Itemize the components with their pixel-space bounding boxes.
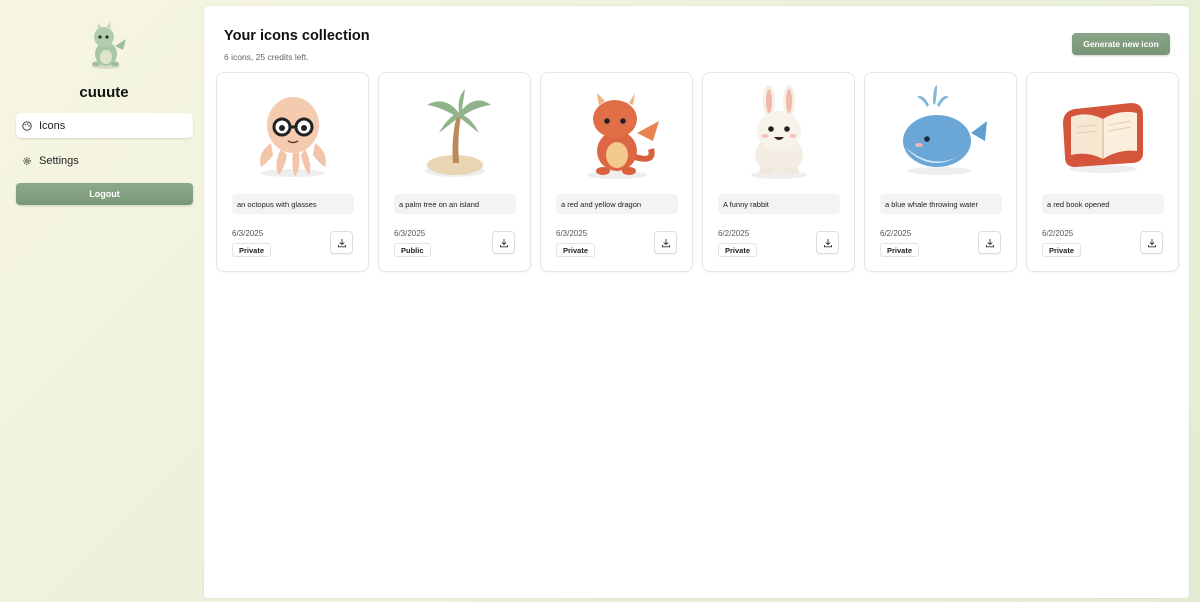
icon-date: 6/2/2025 xyxy=(718,229,750,238)
download-icon xyxy=(985,238,994,247)
icon-card[interactable]: a blue whale throwing water 6/2/2025 Pri… xyxy=(864,72,1017,272)
icon-date: 6/3/2025 xyxy=(556,229,588,238)
visibility-badge: Private xyxy=(880,243,920,257)
download-button[interactable] xyxy=(816,231,839,254)
download-icon xyxy=(1147,238,1156,247)
icon-description: an octopus with glasses xyxy=(232,194,354,214)
palm-tree-island-icon xyxy=(425,89,491,177)
visibility-badge: Private xyxy=(1042,243,1082,257)
blue-whale-icon xyxy=(903,85,987,175)
icon-date: 6/3/2025 xyxy=(232,229,264,238)
main-panel: Your icons collection 6 icons, 25 credit… xyxy=(204,6,1189,598)
logout-button[interactable]: Logout xyxy=(16,183,193,205)
icon-card[interactable]: an octopus with glasses 6/3/2025 Private xyxy=(216,72,369,272)
icon-description: a palm tree on an island xyxy=(394,194,516,214)
sidebar-item-label: Icons xyxy=(39,119,66,132)
gear-icon xyxy=(23,156,31,165)
brand-name: cuuute xyxy=(79,84,129,101)
icon-description: a red and yellow dragon xyxy=(556,194,678,214)
icon-description: a red book opened xyxy=(1042,194,1164,214)
download-icon xyxy=(499,238,508,247)
page-title: Your icons collection xyxy=(224,28,370,44)
icon-grid: an octopus with glasses 6/3/2025 Private xyxy=(216,72,1179,272)
visibility-badge: Public xyxy=(394,243,431,257)
icon-description: A funny rabbit xyxy=(718,194,840,214)
octopus-glasses-icon xyxy=(260,97,326,177)
palette-icon xyxy=(22,120,32,131)
sidebar-item-label: Settings xyxy=(39,154,79,167)
visibility-badge: Private xyxy=(556,243,596,257)
visibility-badge: Private xyxy=(232,243,272,257)
dragon-mascot-icon xyxy=(92,22,126,69)
icon-date: 6/3/2025 xyxy=(394,229,426,238)
icon-card[interactable]: a red and yellow dragon 6/3/2025 Private xyxy=(540,72,693,272)
icon-description: a blue whale throwing water xyxy=(880,194,1002,214)
red-book-icon xyxy=(1063,103,1143,173)
generate-icon-button[interactable]: Generate new icon xyxy=(1072,33,1170,55)
download-icon xyxy=(823,238,832,247)
download-button[interactable] xyxy=(978,231,1001,254)
rabbit-icon xyxy=(751,85,807,179)
sidebar-item-icons[interactable]: Icons xyxy=(16,113,193,138)
download-button[interactable] xyxy=(654,231,677,254)
sidebar: cuuute Icons Settings Logout xyxy=(0,0,204,602)
download-button[interactable] xyxy=(1140,231,1163,254)
visibility-badge: Private xyxy=(718,243,758,257)
red-dragon-icon xyxy=(587,93,659,179)
download-icon xyxy=(661,238,670,247)
sidebar-item-settings[interactable]: Settings xyxy=(16,148,193,173)
icon-card[interactable]: a palm tree on an island 6/3/2025 Public xyxy=(378,72,531,272)
page-subtitle: 6 icons, 25 credits left. xyxy=(224,52,309,62)
icon-date: 6/2/2025 xyxy=(1042,229,1074,238)
download-button[interactable] xyxy=(330,231,353,254)
icon-card[interactable]: A funny rabbit 6/2/2025 Private xyxy=(702,72,855,272)
icon-date: 6/2/2025 xyxy=(880,229,912,238)
download-button[interactable] xyxy=(492,231,515,254)
download-icon xyxy=(337,238,346,247)
icon-card[interactable]: a red book opened 6/2/2025 Private xyxy=(1026,72,1179,272)
